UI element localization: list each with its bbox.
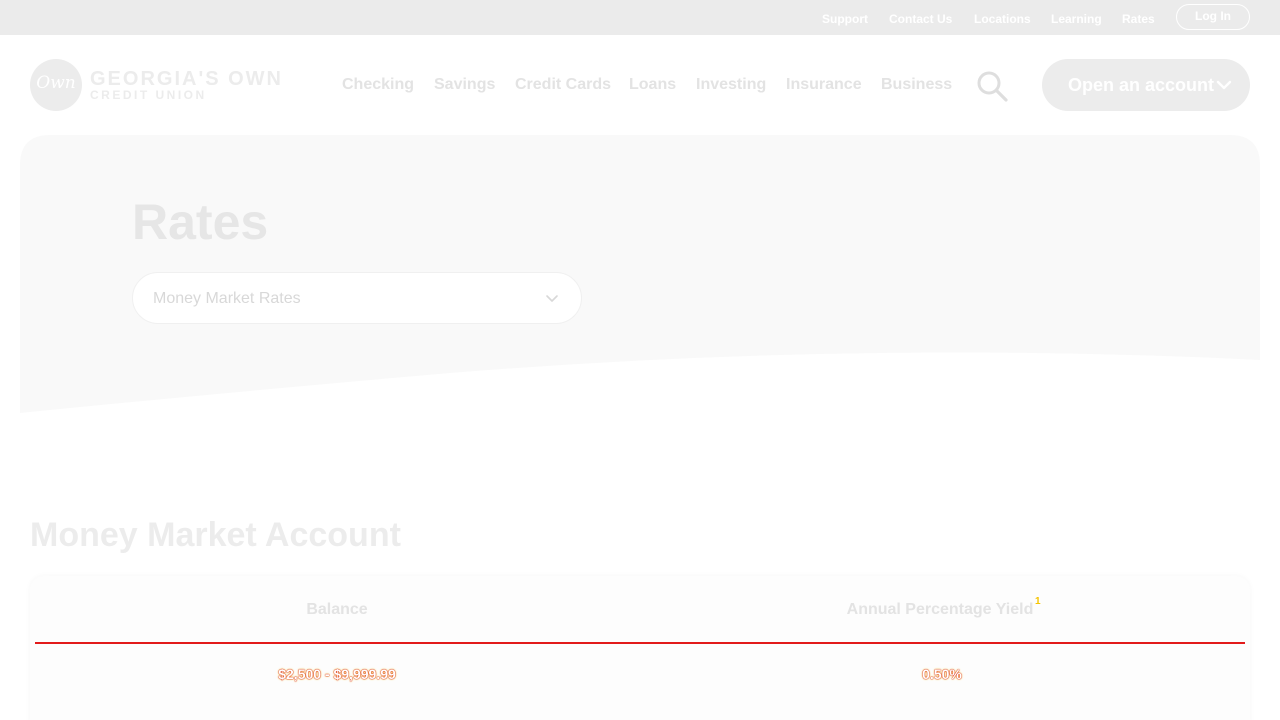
contact-us-link[interactable]: Contact Us	[889, 12, 952, 26]
nav-item-credit-cards[interactable]: Credit Cards	[515, 76, 611, 94]
chevron-down-icon	[1216, 80, 1232, 90]
login-button[interactable]: Log In	[1176, 4, 1250, 30]
nav-item-loans[interactable]: Loans	[629, 76, 676, 94]
table-cell-balance: $2,500 - $9,999.99	[278, 666, 396, 682]
logo-script-text: Own	[36, 73, 76, 93]
rate-type-value: Money Market Rates	[153, 290, 301, 307]
search-icon[interactable]	[976, 70, 1008, 102]
utility-bar: Support Contact Us Locations Learning Ra…	[0, 0, 1280, 35]
locations-link[interactable]: Locations	[974, 12, 1031, 26]
nav-item-investing[interactable]: Investing	[696, 76, 766, 94]
column-header-balance: Balance	[306, 601, 368, 618]
apy-footnote-marker[interactable]: 1	[1035, 596, 1041, 607]
chevron-down-icon	[546, 295, 558, 302]
section-title: Money Market Account	[30, 516, 401, 554]
nav-item-insurance[interactable]: Insurance	[786, 76, 862, 94]
open-account-label: Open an account	[1068, 75, 1215, 95]
learning-link[interactable]: Learning	[1051, 12, 1102, 26]
page-title: Rates	[132, 194, 269, 250]
rates-link[interactable]: Rates	[1122, 12, 1155, 26]
column-header-apy: Annual Percentage Yield	[846, 601, 1034, 618]
nav-item-business[interactable]: Business	[881, 76, 952, 94]
open-account-button[interactable]: Open an account	[1042, 59, 1250, 111]
header-divider	[35, 642, 1245, 644]
nav-item-checking[interactable]: Checking	[342, 76, 414, 94]
logo-mark: Own	[30, 59, 82, 111]
rates-table: Balance Annual Percentage Yield 1 $2,500…	[30, 576, 1250, 720]
nav-item-savings[interactable]: Savings	[434, 76, 495, 94]
support-link[interactable]: Support	[822, 12, 868, 26]
logo-subtitle: CREDIT UNION	[90, 88, 207, 102]
rate-type-select[interactable]: Money Market Rates	[132, 272, 582, 324]
table-cell-apy: 0.50%	[922, 666, 962, 682]
